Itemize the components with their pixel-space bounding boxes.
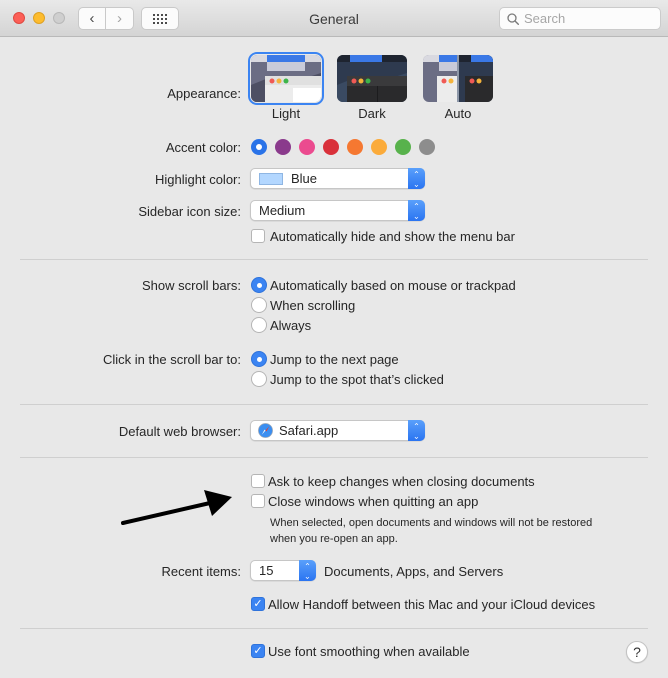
back-button[interactable]: ‹ <box>78 7 106 30</box>
section-divider <box>20 404 648 405</box>
recent-items-suffix: Documents, Apps, and Servers <box>324 564 504 579</box>
search-input[interactable] <box>524 11 654 26</box>
help-button[interactable]: ? <box>626 641 648 663</box>
close-windows-note: When selected, open documents and window… <box>270 515 630 547</box>
highlight-color-label: Highlight color: <box>155 172 241 187</box>
ask-keep-changes-label: Ask to keep changes when closing documen… <box>268 474 535 489</box>
accent-color-swatch[interactable] <box>251 139 267 155</box>
accent-color-swatch[interactable] <box>419 139 435 155</box>
sidebar-icon-size-label: Sidebar icon size: <box>138 204 241 219</box>
popup-stepper-icon: ⌃ ⌃ <box>408 200 425 221</box>
scroll-click-spot-label: Jump to the spot that’s clicked <box>270 372 444 387</box>
handoff-label: Allow Handoff between this Mac and your … <box>268 597 596 612</box>
accent-color-swatch[interactable] <box>323 139 339 155</box>
popup-stepper-icon: ⌃ ⌃ <box>408 168 425 189</box>
note-line-2: when you re-open an app. <box>270 533 398 545</box>
appearance-light-option[interactable] <box>248 52 324 105</box>
scroll-bars-always-label: Always <box>270 318 312 333</box>
recent-items-value: 15 <box>259 563 274 578</box>
accent-color-swatch[interactable] <box>299 139 315 155</box>
font-smoothing-label: Use font smoothing when available <box>268 644 470 659</box>
appearance-dark-label: Dark <box>358 106 386 121</box>
annotation-arrow-icon <box>121 490 232 525</box>
title-bar: ‹ › General <box>0 0 668 37</box>
search-icon <box>507 12 519 25</box>
scroll-bars-always-radio[interactable] <box>251 317 267 333</box>
scroll-click-next-page-label: Jump to the next page <box>270 352 399 367</box>
appearance-label: Appearance: <box>167 86 241 101</box>
scroll-click-next-page-radio[interactable] <box>251 351 267 367</box>
accent-color-swatch[interactable] <box>347 139 363 155</box>
section-divider <box>20 457 648 458</box>
checkmark-icon: ✓ <box>253 645 263 657</box>
popup-stepper-icon: ⌃ ⌃ <box>408 420 425 441</box>
highlight-swatch <box>259 172 283 185</box>
appearance-auto-label: Auto <box>444 106 472 121</box>
scroll-click-spot-radio[interactable] <box>251 371 267 387</box>
forward-button[interactable]: › <box>106 7 134 30</box>
show-all-button[interactable] <box>141 7 179 30</box>
default-browser-label: Default web browser: <box>118 424 241 439</box>
note-line-1: When selected, open documents and window… <box>270 517 593 529</box>
accent-color-swatch[interactable] <box>371 139 387 155</box>
search-field[interactable] <box>499 7 661 30</box>
safari-icon <box>258 423 273 438</box>
scroll-bars-auto-label: Automatically based on mouse or trackpad <box>270 278 516 293</box>
section-divider <box>20 259 648 260</box>
question-mark-icon: ? <box>633 644 641 660</box>
click-scroll-bar-label: Click in the scroll bar to: <box>103 352 241 367</box>
chevron-right-icon: › <box>117 10 122 27</box>
minimize-window-button[interactable] <box>33 12 45 24</box>
appearance-light-label: Light <box>271 106 301 121</box>
close-windows-checkbox[interactable] <box>251 494 265 508</box>
font-smoothing-checkbox[interactable]: ✓ <box>251 644 265 658</box>
sidebar-icon-size-popup[interactable]: Medium ⌃ ⌃ <box>250 200 425 221</box>
section-divider <box>20 628 648 629</box>
dark-theme-preview-icon <box>337 55 407 102</box>
checkmark-icon: ✓ <box>253 598 263 610</box>
close-windows-label: Close windows when quitting an app <box>268 494 479 509</box>
chevron-left-icon: ‹ <box>89 10 95 27</box>
handoff-checkbox[interactable]: ✓ <box>251 597 265 611</box>
scroll-bars-when-scrolling-radio[interactable] <box>251 297 267 313</box>
scroll-bars-when-scrolling-label: When scrolling <box>270 298 356 313</box>
show-scroll-bars-label: Show scroll bars: <box>142 278 241 293</box>
default-browser-popup[interactable]: Safari.app ⌃ ⌃ <box>250 420 425 441</box>
ask-keep-changes-checkbox[interactable] <box>251 474 265 488</box>
accent-color-swatch[interactable] <box>275 139 291 155</box>
auto-hide-menu-bar-label: Automatically hide and show the menu bar <box>270 229 515 244</box>
auto-theme-preview-icon <box>423 55 493 102</box>
auto-hide-menu-bar-checkbox[interactable] <box>251 229 265 243</box>
highlight-color-popup[interactable]: Blue ⌃ ⌃ <box>250 168 425 189</box>
default-browser-value: Safari.app <box>279 423 339 438</box>
grid-icon <box>153 13 167 24</box>
popup-stepper-icon: ⌃ ⌃ <box>299 560 316 581</box>
accent-color-label: Accent color: <box>165 140 241 155</box>
scroll-bars-auto-radio[interactable] <box>251 277 267 293</box>
close-window-button[interactable] <box>13 12 25 24</box>
recent-items-label: Recent items: <box>161 564 241 579</box>
recent-items-popup[interactable]: 15 ⌃ ⌃ <box>250 560 316 581</box>
zoom-window-button[interactable] <box>53 12 65 24</box>
highlight-color-value: Blue <box>291 171 318 186</box>
light-theme-preview-icon <box>251 55 321 102</box>
sidebar-icon-size-value: Medium <box>259 203 306 218</box>
accent-color-swatch[interactable] <box>395 139 411 155</box>
appearance-dark-option[interactable] <box>337 55 407 102</box>
appearance-auto-option[interactable] <box>423 55 493 102</box>
